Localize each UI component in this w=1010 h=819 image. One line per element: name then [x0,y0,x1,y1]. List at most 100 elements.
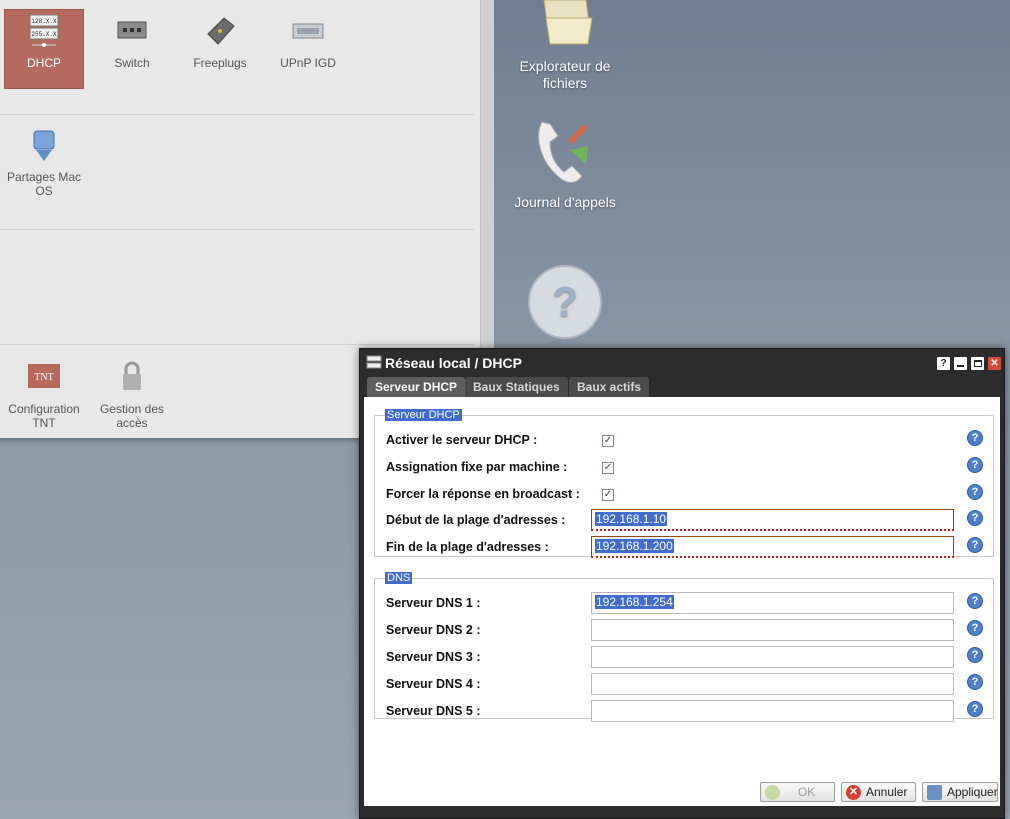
enable-dhcp-label: Activer le serveur DHCP : [386,433,538,447]
dhcp-server-section: Serveur DHCP Activer le serveur DHCP : ✓… [374,409,994,558]
upnp-tile-label: UPnP IGD [280,56,336,70]
broadcast-row: Forcer la réponse en broadcast : ✓ ? [386,483,986,505]
dns-4-input[interactable] [591,673,954,695]
range-end-label: Fin de la plage d'adresses : [386,540,549,554]
window-title: Réseau local / DHCP [385,355,522,371]
help-icon[interactable]: ? [967,510,983,526]
dns-row: Serveur DNS 5 : ? [386,700,986,722]
freeplugs-tile-label: Freeplugs [193,56,247,70]
dns-section-legend: DNS [385,572,413,584]
dhcp-window-icon [366,355,382,369]
help-icon[interactable]: ? [967,457,983,473]
enable-dhcp-checkbox[interactable]: ✓ [602,435,614,447]
fixed-assignment-row: Assignation fixe par machine : ✓ ? [386,456,986,478]
dns-2-input[interactable] [591,619,954,641]
help-icon[interactable]: ? [967,701,983,717]
window-help-button[interactable]: ? [937,357,950,370]
dns-5-label: Serveur DNS 5 : [386,704,481,718]
ok-button-label: OK [797,785,816,799]
help-icon[interactable]: ? [967,430,983,446]
tnt-config-tile[interactable]: TNT Configuration TNT [4,360,84,430]
apply-button[interactable]: Appliquer [922,782,998,802]
tab-strip: Serveur DHCP Baux Statiques Baux actifs [364,377,1000,397]
freeplug-icon [207,17,235,45]
dns-row: Serveur DNS 3 : ? [386,646,986,668]
dns-row: Serveur DNS 2 : ? [386,619,986,641]
separator [0,114,474,115]
padlock-icon [123,361,141,390]
desktop-call-log-label: Journal d'appels [514,194,616,210]
dns-5-input[interactable] [591,700,954,722]
cancel-button-label: Annuler [866,785,908,799]
switch-icon [117,21,147,39]
switch-tile[interactable]: Switch [92,14,172,70]
save-disk-icon [927,785,942,800]
tnt-icon: TNT [28,364,60,388]
ok-button[interactable]: OK [760,782,835,802]
access-management-tile-label: Gestion des accès [99,402,165,430]
range-start-value: 192.168.1.10 [595,512,668,526]
desktop-file-explorer-label: Explorateur de fichiers [519,58,611,91]
dns-row: Serveur DNS 4 : ? [386,673,986,695]
help-icon[interactable]: ? [967,593,983,609]
dhcp-window: Réseau local / DHCP ? ✕ Serveur DHCP Bau… [359,348,1005,819]
broadcast-checkbox[interactable]: ✓ [602,489,614,501]
upnp-device-icon [292,23,324,39]
dialog-body: Serveur DHCP Activer le serveur DHCP : ✓… [364,397,1000,806]
desktop-file-explorer[interactable]: Explorateur de fichiers [500,0,630,92]
help-icon[interactable]: ? [967,647,983,663]
tab-static-leases[interactable]: Baux Statiques [465,377,568,397]
window-close-button[interactable]: ✕ [988,357,1001,370]
tab-dhcp-server[interactable]: Serveur DHCP [367,377,466,397]
call-log-icon [538,121,588,183]
tnt-config-tile-label: Configuration TNT [8,402,80,430]
svg-text:?: ? [552,278,578,325]
help-icon[interactable]: ? [967,537,983,553]
help-icon[interactable]: ? [967,620,983,636]
range-start-input[interactable]: 192.168.1.10 [591,509,954,531]
upnp-tile[interactable]: UPnP IGD [268,14,348,70]
range-end-input[interactable]: 192.168.1.200 [591,536,954,558]
apply-button-label: Appliquer [947,785,998,799]
window-maximize-button[interactable] [971,357,984,370]
svg-text:128.X.X: 128.X.X [31,18,57,25]
help-icon[interactable]: ? [967,674,983,690]
broadcast-label: Forcer la réponse en broadcast : [386,487,580,501]
range-end-row: Fin de la plage d'adresses : 192.168.1.2… [386,536,986,558]
dhcp-tile-label: DHCP [26,56,61,70]
help-icon[interactable]: ? [967,484,983,500]
dns-row: Serveur DNS 1 : 192.168.1.254 ? [386,592,986,614]
cancel-button[interactable]: ✕ Annuler [841,782,916,802]
desktop-help[interactable]: ? [500,264,630,346]
fixed-assignment-checkbox[interactable]: ✓ [602,462,614,474]
mac-share-tile-label: Partages Mac OS [6,170,82,198]
svg-text:255.X.X: 255.X.X [31,31,57,38]
enable-dhcp-row: Activer le serveur DHCP : ✓ ? [386,429,986,451]
range-end-value: 192.168.1.200 [595,539,674,553]
dhcp-tile[interactable]: 128.X.X 255.X.X DHCP [4,9,84,89]
dns-1-label: Serveur DNS 1 : [386,596,481,610]
tnt-icon-text: TNT [34,372,53,383]
switch-tile-label: Switch [114,56,150,70]
dns-section: DNS Serveur DNS 1 : 192.168.1.254 ? Serv… [374,572,994,722]
access-management-tile[interactable]: Gestion des accès [92,360,172,430]
separator [0,344,474,345]
mac-share-icon [33,130,55,161]
range-start-label: Début de la plage d'adresses : [386,513,566,527]
fixed-assignment-label: Assignation fixe par machine : [386,460,568,474]
mac-share-tile[interactable]: Partages Mac OS [4,128,84,198]
ok-check-icon [765,785,780,800]
desktop-call-log[interactable]: Journal d'appels [500,116,630,211]
help-icon: ? [528,265,602,339]
tab-active-leases[interactable]: Baux actifs [569,377,650,397]
dns-2-label: Serveur DNS 2 : [386,623,481,637]
cancel-x-icon: ✕ [846,785,861,800]
range-start-row: Début de la plage d'adresses : 192.168.1… [386,509,986,531]
window-minimize-button[interactable] [954,357,967,370]
dns-1-input[interactable]: 192.168.1.254 [591,592,954,614]
window-title-bar[interactable]: Réseau local / DHCP ? ✕ [360,349,1004,377]
dhcp-section-legend: Serveur DHCP [385,409,462,421]
folder-icon [543,0,593,45]
dns-3-input[interactable] [591,646,954,668]
freeplugs-tile[interactable]: Freeplugs [180,14,260,70]
